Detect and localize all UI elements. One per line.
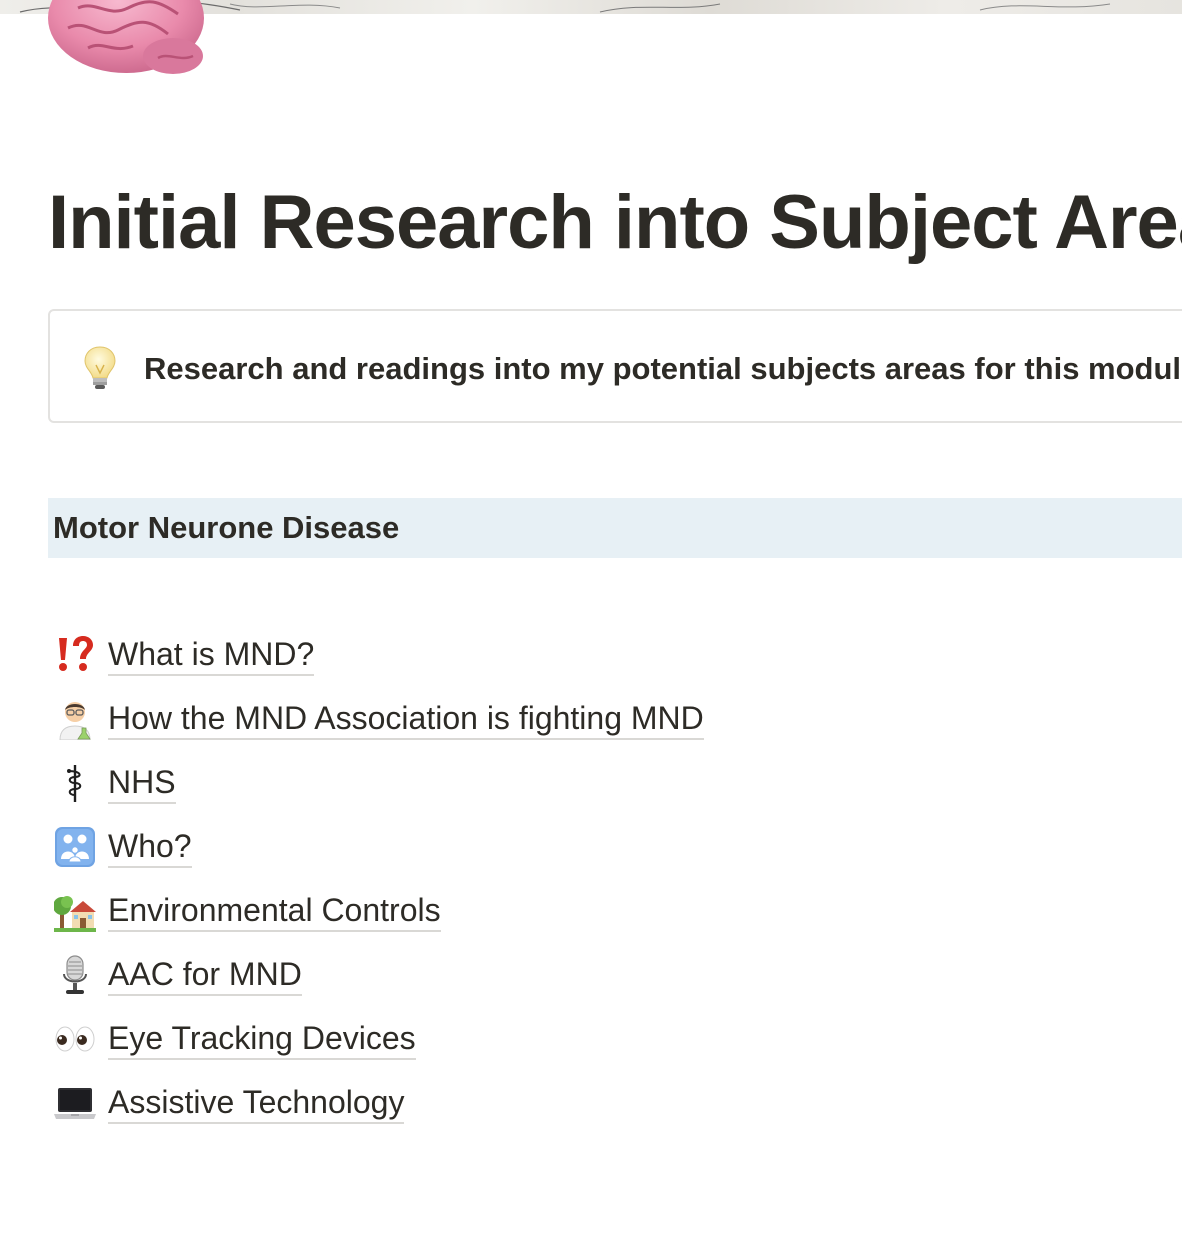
section-heading-block[interactable]: Motor Neurone Disease [48,498,1182,558]
page-link-label[interactable]: How the MND Association is fighting MND [108,699,704,740]
page-link-label[interactable]: NHS [108,763,176,804]
brain-icon[interactable] [48,0,208,78]
page-link-label[interactable]: AAC for MND [108,955,302,996]
house-with-garden-icon [54,890,96,932]
laptop-icon [54,1082,96,1124]
family-icon [54,826,96,868]
section-heading[interactable]: Motor Neurone Disease [53,509,399,547]
page-title[interactable]: Initial Research into Subject Areas [48,178,1182,268]
callout-block[interactable]: Research and readings into my potential … [48,309,1182,423]
microphone-icon [54,954,96,996]
light-bulb-icon[interactable] [84,345,116,391]
medical-symbol-icon [54,762,96,804]
page-link-label[interactable]: Who? [108,827,192,868]
page-link-label[interactable]: Assistive Technology [108,1083,405,1124]
page-link-label[interactable]: Environmental Controls [108,891,441,932]
eyes-icon [54,1018,96,1060]
exclamation-question-mark-icon [54,634,96,676]
page-link-label[interactable]: What is MND? [108,635,315,676]
scientist-icon [54,698,96,740]
page-link-label[interactable]: Eye Tracking Devices [108,1019,416,1060]
notion-page: Initial Research into Subject Areas Rese… [0,0,1182,1254]
callout-text[interactable]: Research and readings into my potential … [144,349,1182,389]
